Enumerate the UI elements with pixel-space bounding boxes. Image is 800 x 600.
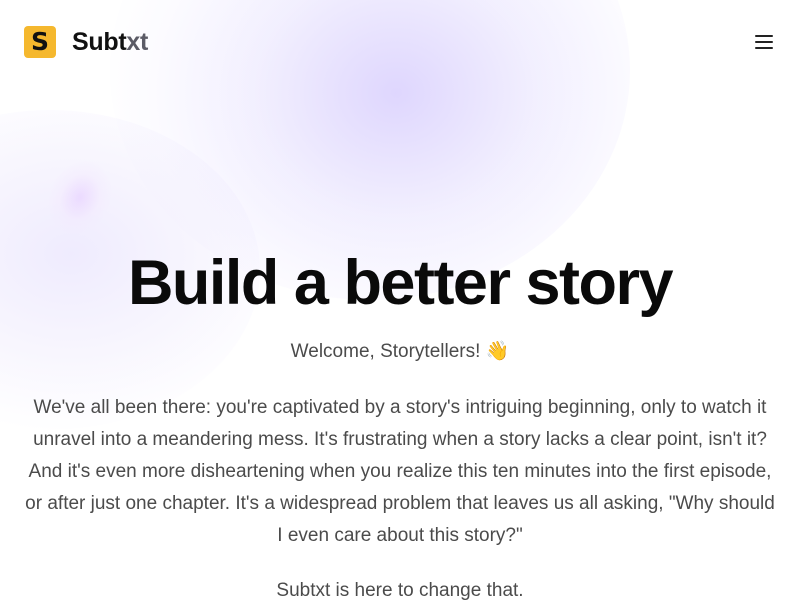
brand-name-part1: Subt (72, 28, 127, 56)
hero-title: Build a better story (127, 248, 674, 318)
intro-paragraph: We've all been there: you're captivated … (25, 397, 775, 546)
menu-line (755, 35, 773, 37)
hamburger-menu-icon[interactable] (752, 30, 776, 54)
brand-name-part2: xt (126, 28, 148, 56)
logo-icon: S (24, 26, 56, 58)
tagline-text: Subtxt is here to change that. (276, 580, 524, 600)
welcome-text: Welcome, Storytellers! 👋 (290, 341, 510, 362)
menu-line (755, 47, 773, 49)
page: S Subtxt Build a better story Welcome, S… (0, 0, 800, 600)
menu-line (755, 41, 773, 43)
site-header: S Subtxt (0, 0, 800, 84)
brand-name: Subtxt (72, 26, 148, 58)
logo-link[interactable]: S Subtxt (24, 26, 148, 58)
